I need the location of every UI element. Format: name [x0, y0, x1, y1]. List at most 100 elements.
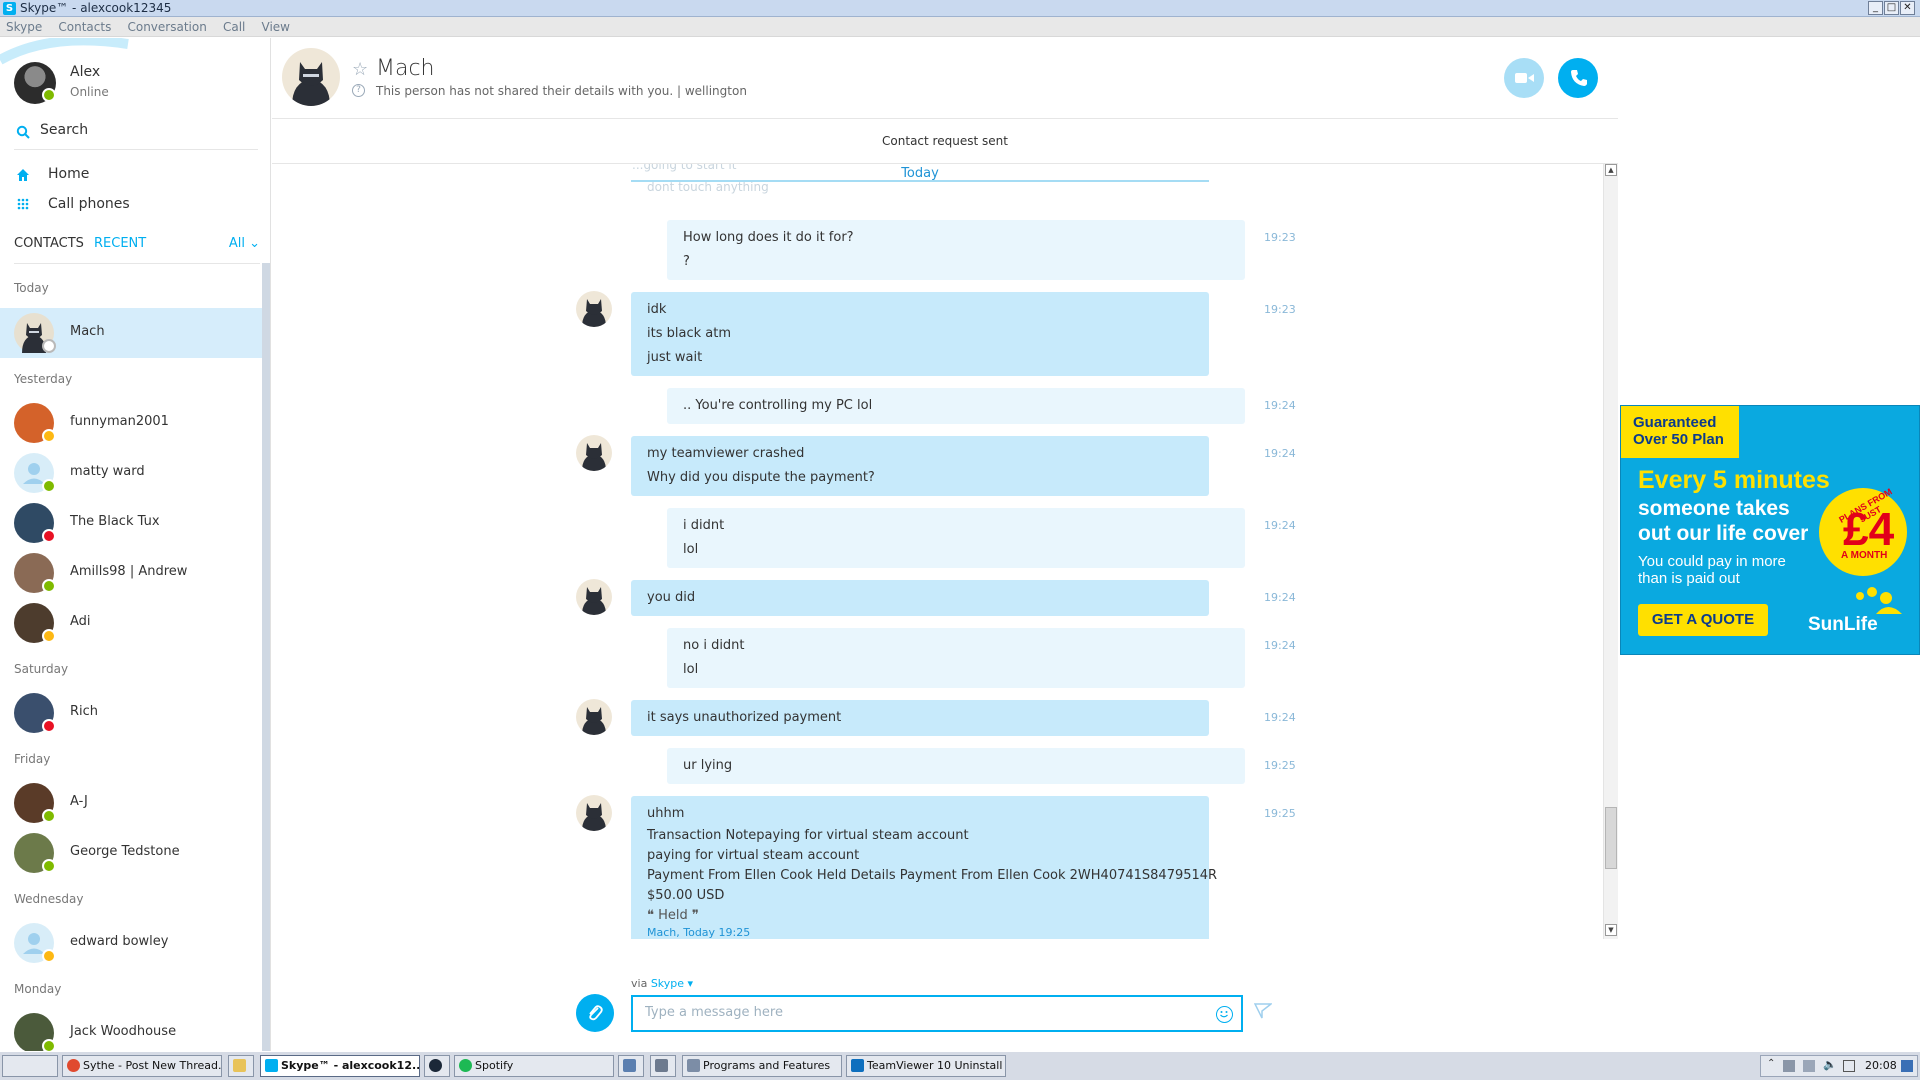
- tab-contacts[interactable]: CONTACTS: [14, 236, 84, 251]
- taskbar-item-teamviewer[interactable]: TeamViewer 10 Uninstall: [846, 1055, 1006, 1077]
- message-outgoing[interactable]: .. You're controlling my PC lol: [667, 388, 1245, 424]
- contact-name: Amills98 | Andrew: [70, 564, 188, 579]
- taskbar-item-label: Programs and Features: [703, 1059, 831, 1072]
- contact-name: A-J: [70, 794, 88, 809]
- message-input-box[interactable]: [631, 995, 1243, 1032]
- group-header-today: Today: [14, 281, 49, 295]
- contact-request-notice: Contact request sent: [882, 134, 1008, 148]
- contact-item-jack-woodhouse[interactable]: Jack Woodhouse: [0, 1008, 262, 1051]
- message-incoming[interactable]: you did: [631, 580, 1209, 616]
- message-history[interactable]: ...going to start it dont touch anything…: [272, 164, 1618, 939]
- group-header-wednesday: Wednesday: [14, 892, 84, 906]
- send-via-selector[interactable]: via Skype ▾: [631, 977, 693, 990]
- profile-status-dot: [42, 88, 56, 102]
- send-icon[interactable]: [1254, 1003, 1272, 1019]
- message-outgoing[interactable]: no i didnt lol: [667, 628, 1245, 688]
- menu-view[interactable]: View: [256, 17, 296, 34]
- display-icon[interactable]: [1843, 1060, 1855, 1072]
- video-camera-icon: [1515, 73, 1534, 83]
- tray-expand-icon[interactable]: ⌃: [1767, 1058, 1775, 1069]
- search-box[interactable]: Search: [14, 118, 258, 150]
- volume-icon[interactable]: 🔈: [1823, 1058, 1837, 1071]
- contact-item-amills98[interactable]: Amills98 | Andrew: [0, 548, 262, 598]
- favorite-star-icon[interactable]: ☆: [352, 59, 368, 80]
- status-dot-away: [42, 949, 56, 963]
- nav-home[interactable]: Home: [14, 164, 214, 186]
- video-call-button[interactable]: [1504, 58, 1544, 98]
- contact-item-matty-ward[interactable]: matty ward: [0, 448, 262, 498]
- message-incoming[interactable]: idk its black atm just wait: [631, 292, 1209, 376]
- tray-app-icon[interactable]: [1803, 1060, 1815, 1072]
- audio-call-button[interactable]: [1558, 58, 1598, 98]
- contact-item-a-j[interactable]: A-J: [0, 778, 262, 828]
- message-scrollbar[interactable]: ▲ ▼: [1603, 164, 1618, 939]
- network-icon[interactable]: [1783, 1060, 1795, 1072]
- tab-recent[interactable]: RECENT: [94, 236, 146, 251]
- tool-icon: [623, 1059, 636, 1072]
- taskbar-item-label: Skype™ - alexcook12...: [281, 1059, 420, 1072]
- message-line: How long does it do it for?: [683, 230, 854, 245]
- nav-call-phones[interactable]: Call phones: [14, 194, 214, 216]
- message-incoming[interactable]: my teamviewer crashed Why did you disput…: [631, 436, 1209, 496]
- group-header-friday: Friday: [14, 752, 51, 766]
- attach-button[interactable]: [576, 994, 614, 1032]
- taskbar-item-programs[interactable]: Programs and Features: [682, 1055, 842, 1077]
- profile-status[interactable]: Online: [70, 85, 109, 99]
- sender-avatar: [576, 795, 612, 831]
- status-dot-online: [42, 579, 56, 593]
- contact-list-scrollbar[interactable]: [262, 263, 270, 1051]
- message-incoming[interactable]: it says unauthorized payment: [631, 700, 1209, 736]
- message-incoming[interactable]: uhhm Transaction Notepaying for virtual …: [631, 796, 1217, 939]
- message-line: you did: [647, 590, 696, 605]
- menu-call[interactable]: Call: [217, 17, 251, 34]
- maximize-button[interactable]: □: [1884, 1, 1899, 15]
- message-outgoing[interactable]: i didnt lol: [667, 508, 1245, 568]
- filter-dropdown[interactable]: All ⌄: [229, 236, 260, 251]
- window-title: Skype™ - alexcook12345: [20, 1, 172, 15]
- contact-item-adi[interactable]: Adi: [0, 598, 262, 648]
- scroll-down-arrow-icon[interactable]: ▼: [1605, 924, 1617, 936]
- contact-item-rich[interactable]: Rich: [0, 688, 262, 738]
- contact-item-george-tedstone[interactable]: George Tedstone: [0, 828, 262, 878]
- group-header-saturday: Saturday: [14, 662, 69, 676]
- conversation-avatar[interactable]: [282, 48, 340, 106]
- message-line: Transaction Notepaying for virtual steam…: [647, 828, 969, 843]
- contact-name: matty ward: [70, 464, 145, 479]
- menu-conversation[interactable]: Conversation: [121, 17, 212, 34]
- minimize-button[interactable]: _: [1868, 1, 1883, 15]
- message-line: paying for virtual steam account: [647, 848, 860, 863]
- message-input[interactable]: [645, 1005, 1205, 1020]
- taskbar-item-window[interactable]: [650, 1055, 676, 1077]
- menu-skype[interactable]: Skype: [0, 17, 48, 34]
- taskbar-item-steam[interactable]: [424, 1055, 450, 1077]
- scroll-thumb[interactable]: [1605, 807, 1617, 869]
- advertisement-banner[interactable]: Guaranteed Over 50 Plan Every 5 minutes …: [1620, 405, 1920, 655]
- batman-avatar-icon: [582, 443, 606, 471]
- taskbar-item-explorer[interactable]: [228, 1055, 254, 1077]
- emoticon-icon[interactable]: [1216, 1006, 1233, 1023]
- message-line: just wait: [647, 350, 703, 365]
- message-outgoing[interactable]: ur lying: [667, 748, 1245, 784]
- day-separator-label: Today: [901, 166, 939, 181]
- menu-contacts[interactable]: Contacts: [52, 17, 117, 34]
- taskbar-item-skype[interactable]: Skype™ - alexcook12...: [260, 1055, 420, 1077]
- status-dot-offline: [42, 339, 56, 353]
- message-timestamp: 19:24: [1264, 399, 1296, 412]
- taskbar-item-tool[interactable]: [618, 1055, 644, 1077]
- taskbar-item-spotify[interactable]: Spotify: [454, 1055, 614, 1077]
- profile-name[interactable]: Alex: [70, 64, 100, 80]
- message-outgoing[interactable]: How long does it do it for? ?: [667, 220, 1245, 280]
- scroll-up-arrow-icon[interactable]: ▲: [1605, 164, 1617, 176]
- clock[interactable]: 20:08: [1865, 1059, 1897, 1072]
- start-button[interactable]: [2, 1055, 58, 1077]
- contact-item-the-black-tux[interactable]: The Black Tux: [0, 498, 262, 548]
- contact-item-mach[interactable]: Mach: [0, 308, 262, 358]
- contact-item-funnyman2001[interactable]: funnyman2001: [0, 398, 262, 448]
- contact-item-edward-bowley[interactable]: edward bowley: [0, 918, 262, 968]
- close-button[interactable]: ✕: [1900, 1, 1915, 15]
- ad-quote-button[interactable]: GET A QUOTE: [1638, 604, 1768, 636]
- taskbar-item-browser[interactable]: Sythe - Post New Thread...: [62, 1055, 222, 1077]
- show-desktop-icon[interactable]: [1901, 1060, 1913, 1072]
- message-line: its black atm: [647, 326, 731, 341]
- status-dot-busy: [42, 719, 56, 733]
